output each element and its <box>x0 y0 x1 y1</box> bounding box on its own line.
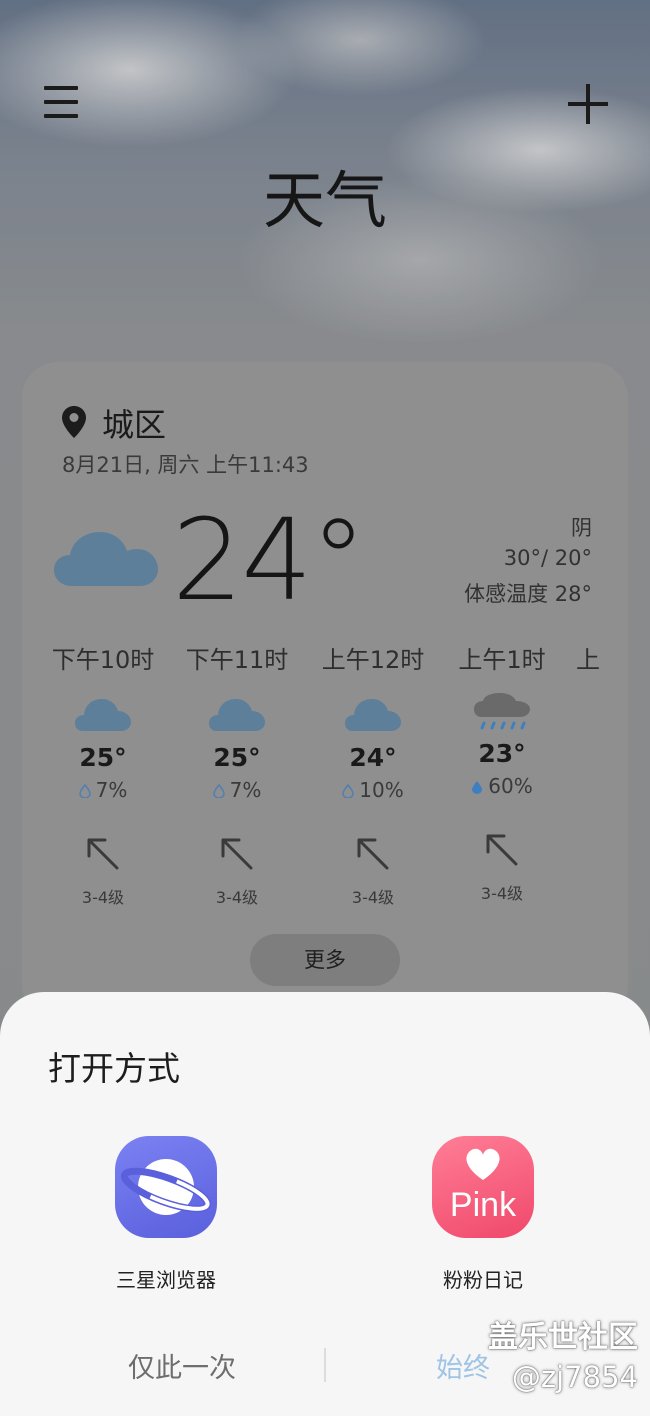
watermark: 盖乐世社区 @zj7854 <box>488 1312 638 1394</box>
wind-level: 3-4级 <box>351 888 395 907</box>
hour-time: 上午12时 <box>321 646 425 674</box>
wind-level: 3-4级 <box>215 888 259 907</box>
app-option-pink-diary[interactable]: Pink 粉粉日记 <box>383 1136 583 1293</box>
page-title: 天气 <box>262 164 387 237</box>
update-datetime: 8月21日, 周六 上午11:43 <box>62 453 309 477</box>
wind-direction-icon <box>486 834 518 866</box>
samsung-internet-icon <box>115 1136 217 1238</box>
current-temperature: 24° <box>172 496 367 626</box>
droplet-outline-icon <box>78 784 91 798</box>
hour-temperature: 23° <box>478 739 526 768</box>
cloud-icon <box>75 699 131 731</box>
app-label: 三星浏览器 <box>116 1268 216 1292</box>
wind-direction-icon <box>87 838 119 870</box>
sheet-title: 打开方式 <box>48 1049 180 1088</box>
pink-diary-icon: Pink <box>432 1136 534 1238</box>
app-option-samsung-internet[interactable]: 三星浏览器 <box>66 1136 266 1293</box>
cloud-icon <box>209 699 265 731</box>
high-low-temperature: 30°/ 20° <box>503 546 592 570</box>
more-button[interactable]: 更多 <box>250 934 400 986</box>
cloud-icon <box>345 699 401 731</box>
cloud-icon <box>54 532 158 586</box>
wind-level: 3-4级 <box>480 884 524 903</box>
hour-temperature: 24° <box>349 743 397 772</box>
hourly-item: 下午11时 25° 7% 3-4级 <box>172 640 302 908</box>
hourly-item-partial: 上 <box>576 640 616 675</box>
location-pin-icon <box>62 406 86 438</box>
hour-temperature: 25° <box>213 743 261 772</box>
precipitation: 10% <box>308 778 438 802</box>
just-once-button[interactable]: 仅此一次 <box>128 1346 236 1385</box>
precipitation: 60% <box>437 774 567 798</box>
precipitation: 7% <box>172 778 302 802</box>
watermark-brand: 盖乐世社区 <box>488 1320 638 1355</box>
wind-direction-icon <box>221 838 253 870</box>
add-location-icon[interactable] <box>568 84 608 124</box>
weather-condition: 阴 <box>571 516 592 540</box>
location-name: 城区 <box>102 406 167 444</box>
hour-time: 上 <box>576 646 600 674</box>
droplet-outline-icon <box>212 784 225 798</box>
app-label: 粉粉日记 <box>443 1268 523 1292</box>
precipitation: 7% <box>38 778 168 802</box>
button-divider <box>324 1348 326 1382</box>
menu-icon[interactable] <box>44 86 78 118</box>
hourly-item: 上午12时 24° 10% 3-4级 <box>308 640 438 908</box>
always-button[interactable]: 始终 <box>436 1346 490 1385</box>
watermark-user: @zj7854 <box>511 1360 638 1394</box>
hour-time: 上午1时 <box>458 646 546 674</box>
hourly-item: 下午10时 25° 7% 3-4级 <box>38 640 168 908</box>
hour-time: 下午11时 <box>185 646 289 674</box>
wind-direction-icon <box>357 838 389 870</box>
droplet-filled-icon <box>472 781 483 794</box>
wind-level: 3-4级 <box>81 888 125 907</box>
droplet-outline-icon <box>342 784 355 798</box>
rain-cloud-icon <box>474 693 530 730</box>
feels-like-temperature: 体感温度 28° <box>464 582 592 606</box>
pink-logo-text: Pink <box>450 1186 517 1224</box>
hourly-item: 上午1时 23° 60% 3-4级 <box>437 640 567 904</box>
hour-temperature: 25° <box>79 743 127 772</box>
hour-time: 下午10时 <box>51 646 155 674</box>
